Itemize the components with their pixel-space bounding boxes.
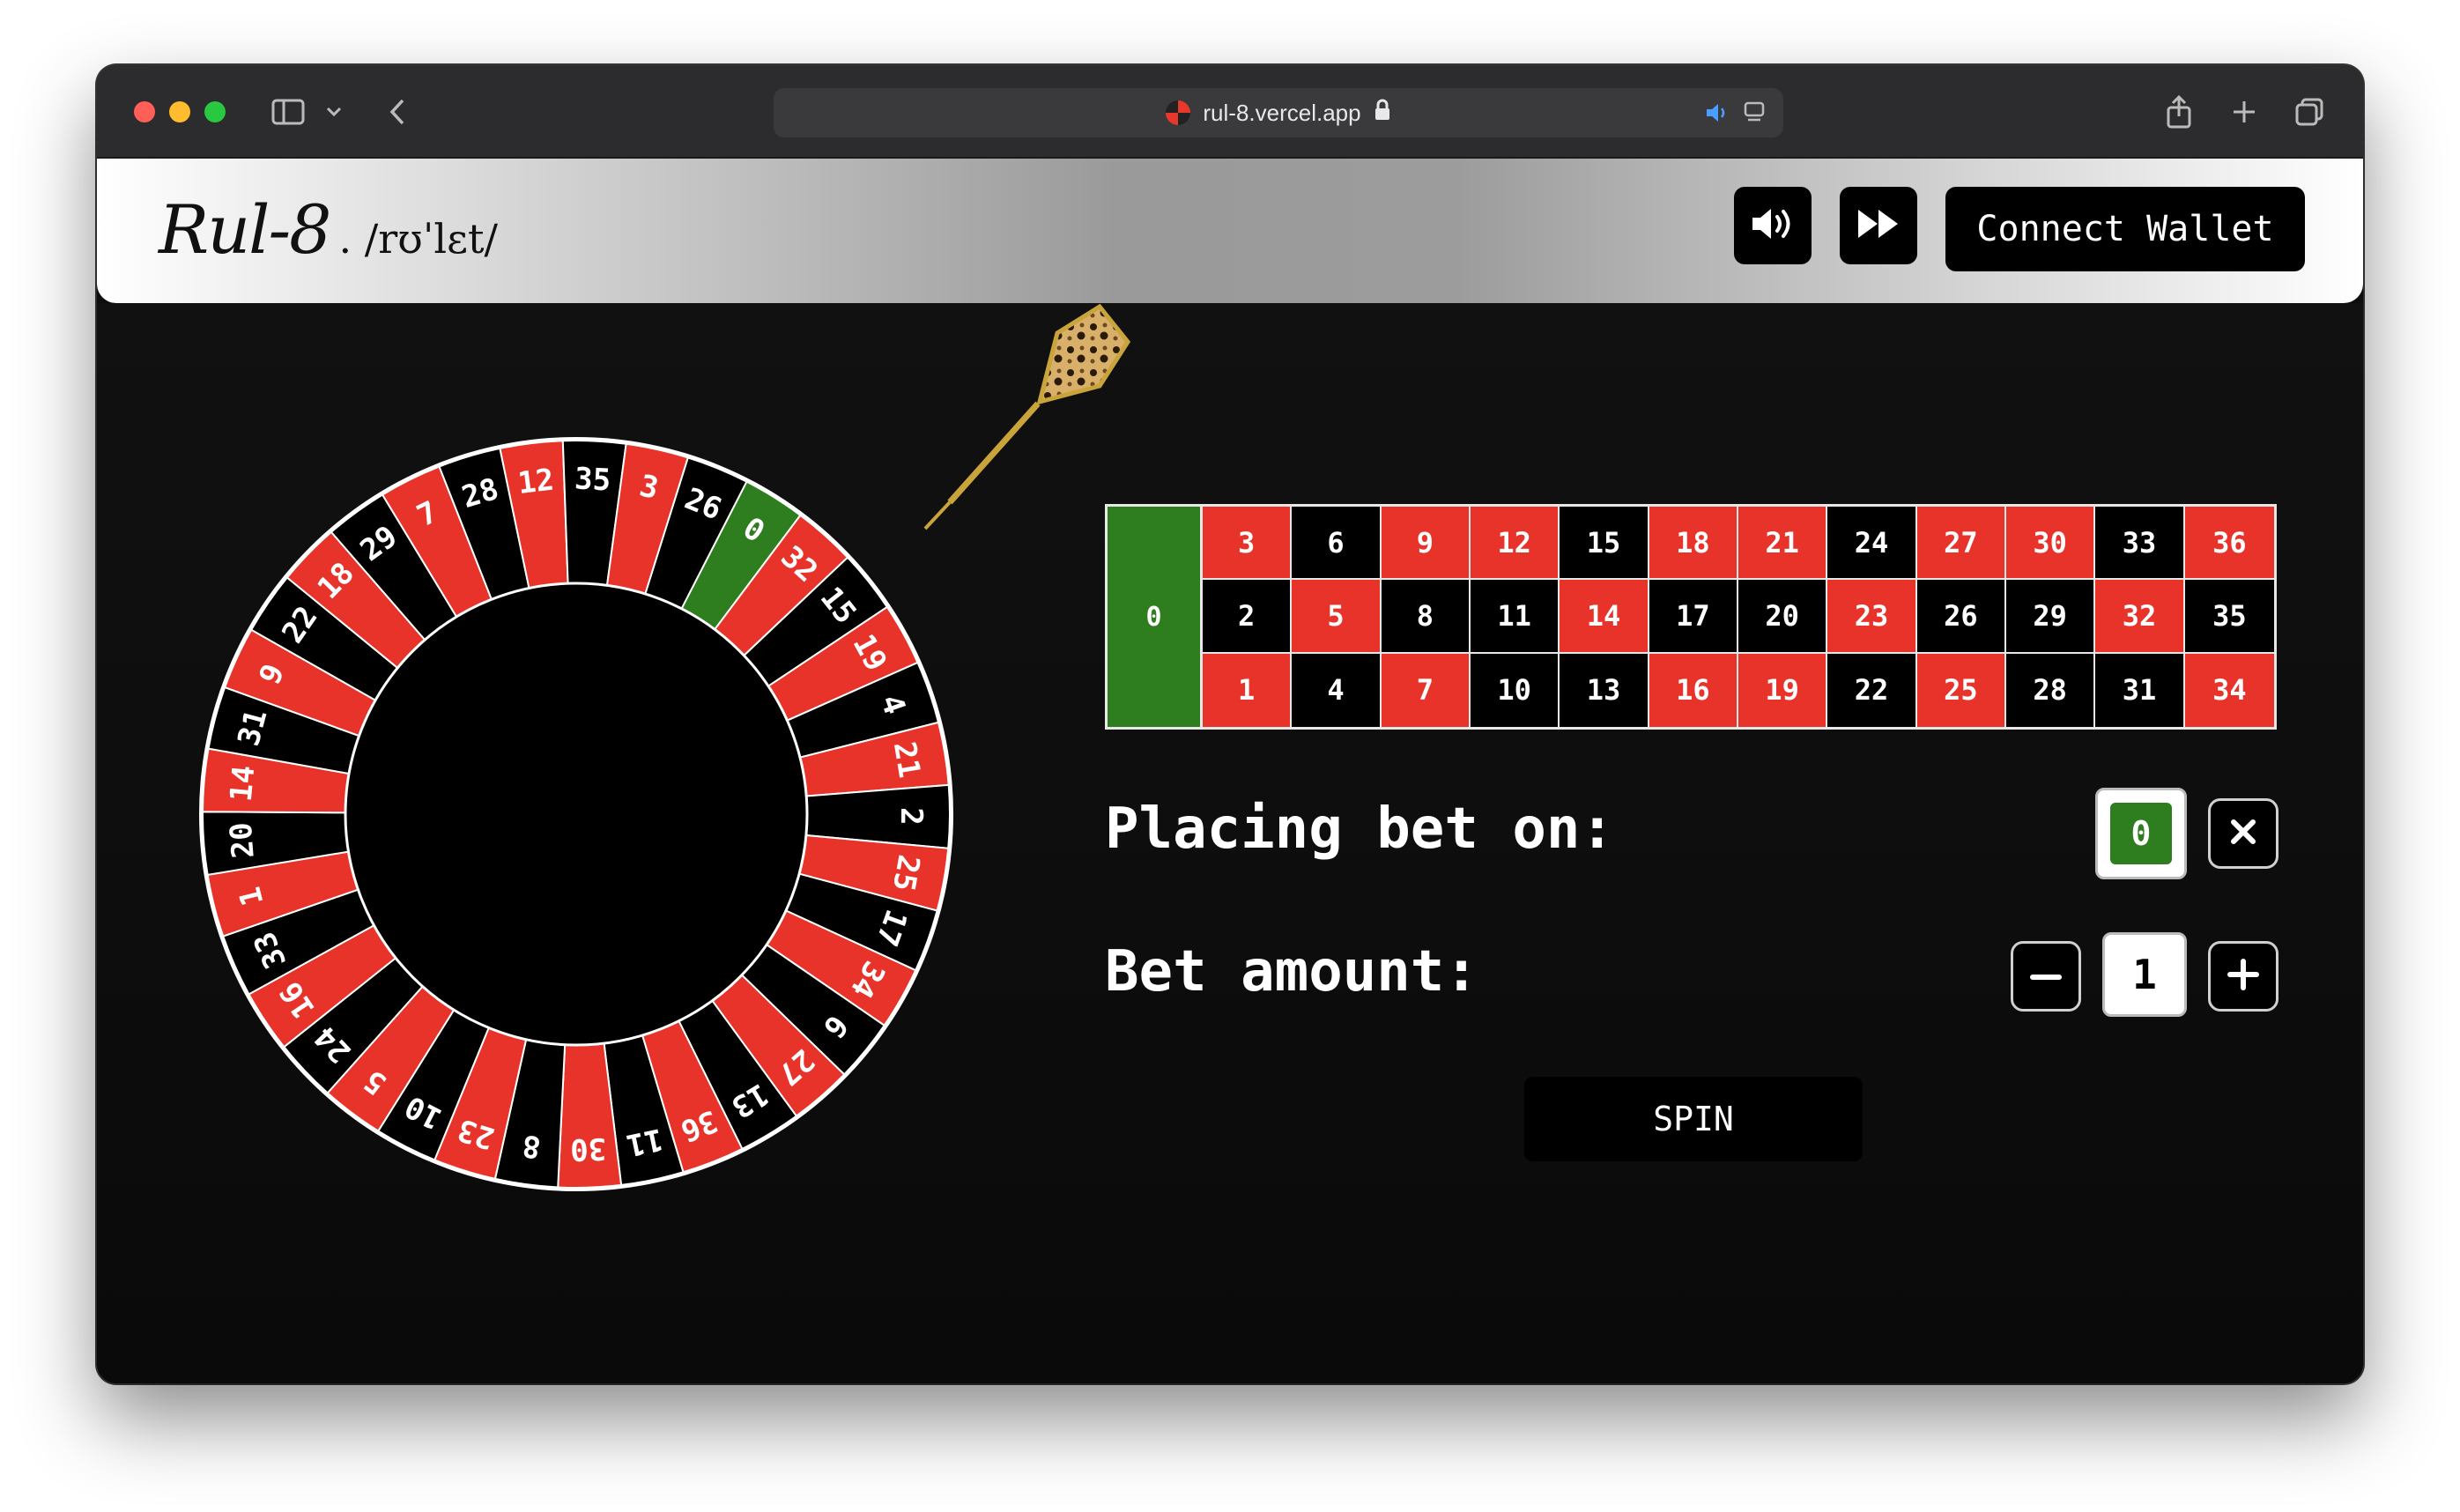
wheel-center xyxy=(344,582,809,1047)
speaker-icon xyxy=(1749,204,1797,247)
connect-wallet-button[interactable]: Connect Wallet xyxy=(1945,187,2305,271)
board-cell-36[interactable]: 36 xyxy=(2184,507,2274,581)
fast-forward-icon xyxy=(1855,206,1902,245)
board-cell-32[interactable]: 32 xyxy=(2095,580,2185,654)
board-cell-35[interactable]: 35 xyxy=(2184,580,2274,654)
address-bar[interactable]: rul-8.vercel.app xyxy=(774,88,1783,137)
app-header: Rul-8 . /rʊˈlɛt/ Connect Wallet xyxy=(97,159,2363,303)
logo-text: Rul-8 xyxy=(159,190,332,269)
board-cell-6[interactable]: 6 xyxy=(1292,507,1382,581)
board-cell-33[interactable]: 33 xyxy=(2095,507,2185,581)
board-cell-20[interactable]: 20 xyxy=(1738,580,1828,654)
fast-forward-button[interactable] xyxy=(1840,187,1917,264)
board-cell-12[interactable]: 12 xyxy=(1471,507,1560,581)
board-cell-24[interactable]: 24 xyxy=(1827,507,1917,581)
board-cell-3[interactable]: 3 xyxy=(1203,507,1293,581)
board-cell-9[interactable]: 9 xyxy=(1381,507,1471,581)
wheel-pocket-label-21: 21 xyxy=(886,739,927,781)
board-cell-34[interactable]: 34 xyxy=(2184,653,2274,727)
board-cell-28[interactable]: 28 xyxy=(2006,653,2096,727)
board-cell-25[interactable]: 25 xyxy=(1916,653,2006,727)
back-arrow-icon[interactable] xyxy=(377,92,418,132)
browser-window: rul-8.vercel.app Rul-8 . /rʊˈlɛt/ Connec… xyxy=(97,65,2363,1383)
bet-amount-label: Bet amount: xyxy=(1105,939,1478,1004)
board-cell-17[interactable]: 17 xyxy=(1649,580,1738,654)
wheel-pocket-label-14: 14 xyxy=(224,764,263,803)
wheel-pocket-label-12: 12 xyxy=(515,462,555,501)
board-cell-30[interactable]: 30 xyxy=(2006,507,2096,581)
chevron-down-icon[interactable] xyxy=(314,92,354,132)
placing-bet-label: Placing bet on: xyxy=(1105,797,1614,862)
sound-toggle-button[interactable] xyxy=(1734,187,1812,264)
audio-playing-icon[interactable] xyxy=(1704,100,1730,131)
board-cell-19[interactable]: 19 xyxy=(1738,653,1828,727)
wheel-pocket-label-11: 11 xyxy=(623,1121,665,1163)
board-cell-21[interactable]: 21 xyxy=(1738,507,1828,581)
wheel-pocket-label-2: 2 xyxy=(893,807,929,826)
board-cell-7[interactable]: 7 xyxy=(1381,653,1471,727)
board-cell-0[interactable]: 0 xyxy=(1108,507,1203,727)
close-icon xyxy=(2228,817,2258,850)
selected-bet-display: 0 xyxy=(2095,788,2187,879)
share-icon[interactable] xyxy=(2159,92,2199,132)
board-cell-22[interactable]: 22 xyxy=(1827,653,1917,727)
minimize-window-button[interactable] xyxy=(169,101,190,122)
minus-icon xyxy=(2029,968,2063,985)
maximize-window-button[interactable] xyxy=(204,101,226,122)
browser-chrome: rul-8.vercel.app xyxy=(97,65,2363,159)
wheel-pocket-label-25: 25 xyxy=(885,852,927,893)
board-number-grid: 3 6 9 12 15 18 21 24 27 30 33 36 2 5 8 11 14 17 20 23 26 29 32… xyxy=(1203,507,2274,727)
bet-amount-input[interactable]: 1 xyxy=(2102,932,2187,1017)
site-favicon-icon xyxy=(1166,100,1191,125)
board-cell-23[interactable]: 23 xyxy=(1827,580,1917,654)
board-cell-11[interactable]: 11 xyxy=(1471,580,1560,654)
plus-icon xyxy=(2227,958,2260,995)
tab-overview-icon[interactable] xyxy=(2289,92,2330,132)
spin-button[interactable]: SPIN xyxy=(1524,1077,1863,1161)
betting-board: 0 3 6 9 12 15 18 21 24 27 30 33 36 2 5 8 11 14 17 20 23 26 29… xyxy=(1105,504,2277,730)
board-cell-2[interactable]: 2 xyxy=(1203,580,1293,654)
wheel-pocket-label-35: 35 xyxy=(574,461,611,498)
board-cell-5[interactable]: 5 xyxy=(1292,580,1382,654)
url-text: rul-8.vercel.app xyxy=(1203,99,1361,126)
board-cell-8[interactable]: 8 xyxy=(1381,580,1471,654)
app-logo: Rul-8 . /rʊˈlɛt/ xyxy=(159,190,498,270)
board-cell-1[interactable]: 1 xyxy=(1203,653,1293,727)
game-area: 0 32 15 19 4 21 2 25 17 34 6 27 13 36 11 30 8 23 10 5 24 16 33… xyxy=(97,303,2363,1383)
sidebar-toggle-icon[interactable] xyxy=(268,92,308,132)
board-cell-14[interactable]: 14 xyxy=(1560,580,1649,654)
new-tab-icon[interactable] xyxy=(2224,92,2264,132)
clear-bet-button[interactable] xyxy=(2208,798,2278,869)
logo-pronunciation: . /rʊˈlɛt/ xyxy=(338,215,498,263)
board-cell-31[interactable]: 31 xyxy=(2095,653,2185,727)
selected-bet-chip: 0 xyxy=(2110,803,2172,864)
board-cell-26[interactable]: 26 xyxy=(1916,580,2006,654)
close-window-button[interactable] xyxy=(134,101,155,122)
board-cell-27[interactable]: 27 xyxy=(1916,507,2006,581)
board-cell-15[interactable]: 15 xyxy=(1560,507,1649,581)
board-cell-18[interactable]: 18 xyxy=(1649,507,1738,581)
board-cell-13[interactable]: 13 xyxy=(1560,653,1649,727)
board-cell-16[interactable]: 16 xyxy=(1649,653,1738,727)
decrease-amount-button[interactable] xyxy=(2011,941,2081,1012)
increase-amount-button[interactable] xyxy=(2208,941,2278,1012)
wheel-pocket-label-30: 30 xyxy=(569,1130,606,1167)
wheel-pocket-label-20: 20 xyxy=(224,821,262,860)
board-cell-4[interactable]: 4 xyxy=(1292,653,1382,727)
board-cell-29[interactable]: 29 xyxy=(2006,580,2096,654)
board-cell-10[interactable]: 10 xyxy=(1471,653,1560,727)
reader-view-icon[interactable] xyxy=(1743,100,1766,131)
lock-icon xyxy=(1374,99,1391,128)
